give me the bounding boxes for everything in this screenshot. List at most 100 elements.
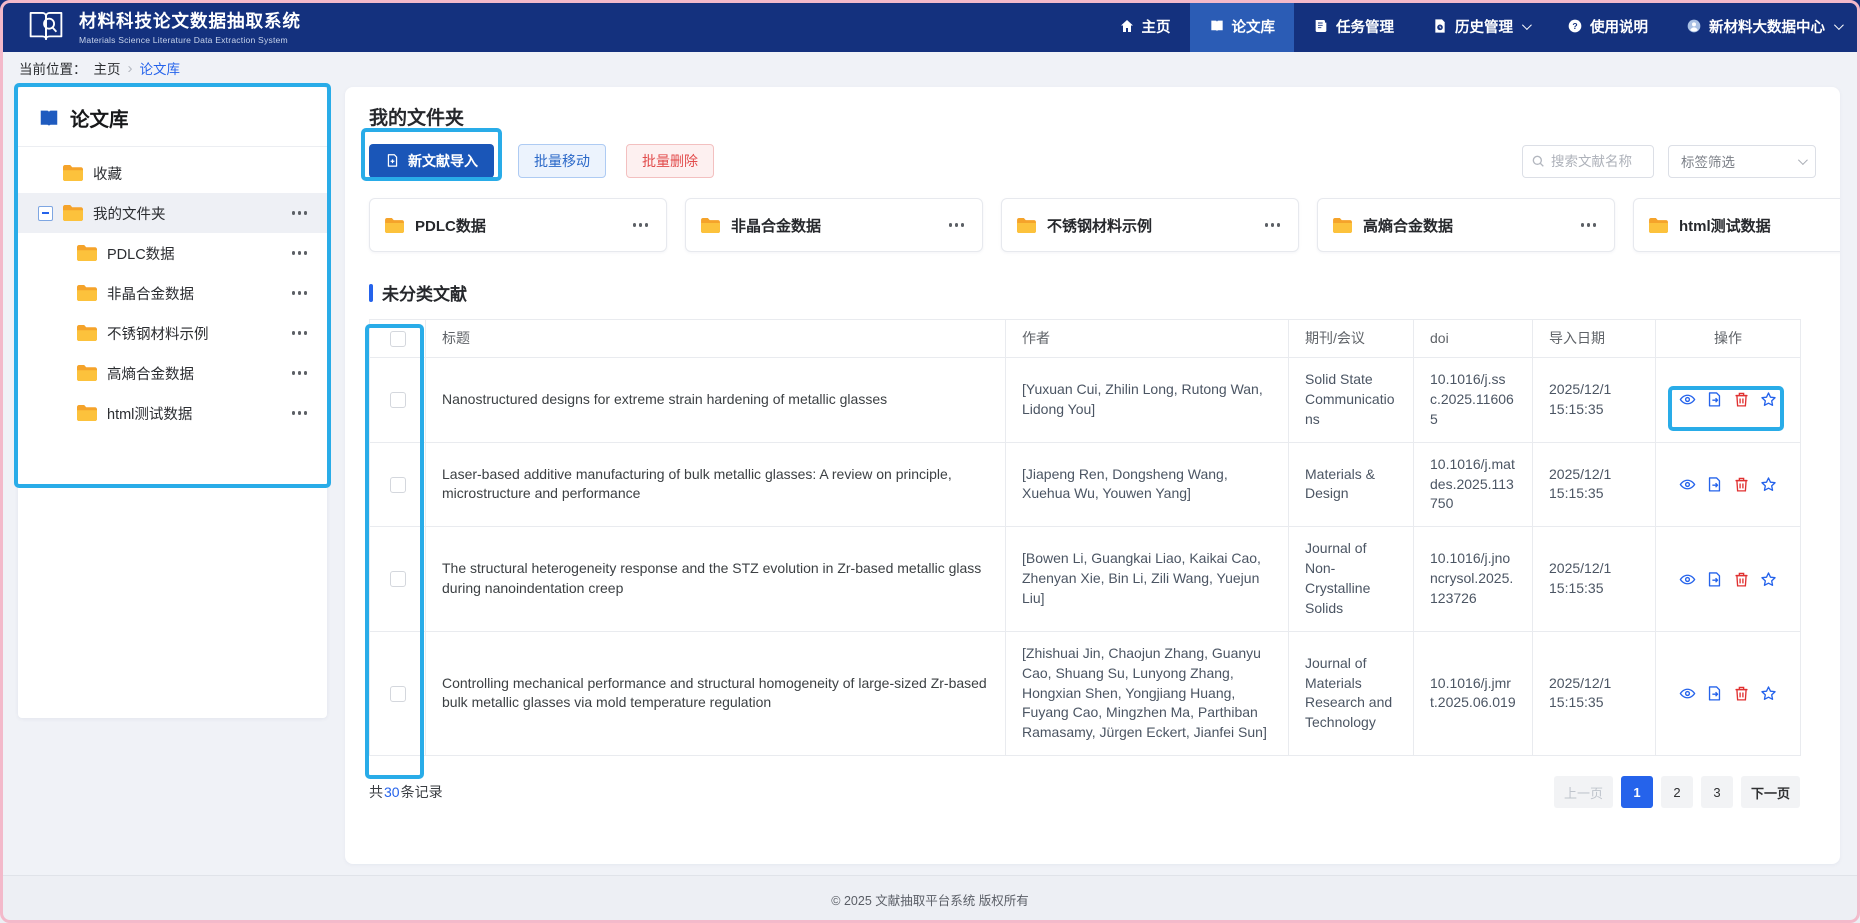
paper-title: Nanostructured designs for extreme strai… bbox=[426, 358, 1006, 443]
import-literature-button[interactable]: 新文献导入 bbox=[369, 144, 494, 178]
breadcrumb-current-link[interactable]: 论文库 bbox=[140, 58, 181, 78]
column-header-actions: 操作 bbox=[1656, 320, 1801, 358]
more-actions-icon[interactable] bbox=[629, 219, 652, 230]
page-button-1[interactable]: 1 bbox=[1621, 776, 1653, 808]
more-actions-icon[interactable] bbox=[288, 327, 311, 338]
sidebar-item-my-folder[interactable]: 我的文件夹 bbox=[18, 193, 327, 233]
row-actions bbox=[1672, 571, 1784, 588]
column-header-doi: doi bbox=[1414, 320, 1533, 358]
book-magnifier-logo-icon bbox=[26, 8, 66, 44]
page-footer: © 2025 文献抽取平台系统 版权所有 bbox=[0, 875, 1860, 923]
next-page-button[interactable]: 下一页 bbox=[1741, 776, 1800, 808]
column-header-date: 导入日期 bbox=[1533, 320, 1656, 358]
table-row: Controlling mechanical performance and s… bbox=[370, 631, 1801, 755]
paper-doi: 10.1016/j.jmrt.2025.06.019 bbox=[1414, 631, 1533, 755]
page-button-2[interactable]: 2 bbox=[1661, 776, 1693, 808]
folder-icon bbox=[700, 217, 721, 234]
paper-authors: [Bowen Li, Guangkai Liao, Kaikai Cao, Zh… bbox=[1006, 527, 1289, 632]
paper-title: Controlling mechanical performance and s… bbox=[426, 631, 1006, 755]
tag-filter-select[interactable]: 标签筛选 bbox=[1668, 145, 1816, 178]
paper-import-date: 2025/12/1 15:15:35 bbox=[1533, 527, 1656, 632]
tasks-icon bbox=[1313, 18, 1329, 34]
column-header-title: 标题 bbox=[426, 320, 1006, 358]
search-box bbox=[1522, 145, 1654, 178]
row-actions bbox=[1672, 476, 1784, 493]
breadcrumb-home-link[interactable]: 主页 bbox=[94, 58, 121, 78]
column-header-journal: 期刊/会议 bbox=[1289, 320, 1414, 358]
view-icon[interactable] bbox=[1679, 685, 1696, 702]
prev-page-button[interactable]: 上一页 bbox=[1554, 776, 1613, 808]
folder-icon bbox=[76, 404, 98, 422]
more-actions-icon[interactable] bbox=[288, 287, 311, 298]
nav-item-tasks[interactable]: 任务管理 bbox=[1294, 0, 1413, 52]
view-icon[interactable] bbox=[1679, 476, 1696, 493]
sidebar-item-favorites[interactable]: 收藏 bbox=[18, 153, 327, 193]
delete-icon[interactable] bbox=[1733, 476, 1750, 493]
view-icon[interactable] bbox=[1679, 391, 1696, 408]
batch-delete-button[interactable]: 批量删除 bbox=[626, 144, 714, 178]
literature-table: 标题 作者 期刊/会议 doi 导入日期 操作 Nanostructured d… bbox=[369, 319, 1801, 756]
row-checkbox[interactable] bbox=[390, 571, 406, 587]
row-checkbox[interactable] bbox=[390, 392, 406, 408]
paper-journal: Journal of Non-Crystalline Solids bbox=[1289, 527, 1414, 632]
more-actions-icon[interactable] bbox=[288, 247, 311, 258]
more-actions-icon[interactable] bbox=[288, 407, 311, 418]
more-actions-icon[interactable] bbox=[288, 367, 311, 378]
section-accent-bar bbox=[369, 284, 373, 302]
sidebar-item-amorphous-alloy[interactable]: 非晶合金数据 bbox=[18, 273, 327, 313]
folder-card-html-test[interactable]: html测试数据 bbox=[1633, 198, 1840, 252]
paper-journal: Journal of Materials Research and Techno… bbox=[1289, 631, 1414, 755]
export-icon[interactable] bbox=[1706, 685, 1723, 702]
paper-title: Laser-based additive manufacturing of bu… bbox=[426, 442, 1006, 527]
paper-authors: [Yuxuan Cui, Zhilin Long, Rutong Wan, Li… bbox=[1006, 358, 1289, 443]
folder-card-amorphous-alloy[interactable]: 非晶合金数据 bbox=[685, 198, 983, 252]
paper-journal: Materials & Design bbox=[1289, 442, 1414, 527]
row-checkbox[interactable] bbox=[390, 477, 406, 493]
nav-item-library[interactable]: 论文库 bbox=[1190, 0, 1295, 52]
page-button-3[interactable]: 3 bbox=[1701, 776, 1733, 808]
row-checkbox[interactable] bbox=[390, 686, 406, 702]
export-icon[interactable] bbox=[1706, 476, 1723, 493]
batch-move-button[interactable]: 批量移动 bbox=[518, 144, 606, 178]
folder-card-high-entropy-alloy[interactable]: 高熵合金数据 bbox=[1317, 198, 1615, 252]
more-actions-icon[interactable] bbox=[1577, 219, 1600, 230]
paper-authors: [Zhishuai Jin, Chaojun Zhang, Guanyu Cao… bbox=[1006, 631, 1289, 755]
delete-icon[interactable] bbox=[1733, 571, 1750, 588]
more-actions-icon[interactable] bbox=[1261, 219, 1284, 230]
sidebar-title: 论文库 bbox=[70, 103, 129, 132]
export-icon[interactable] bbox=[1706, 571, 1723, 588]
record-count: 共30条记录 bbox=[369, 782, 443, 802]
select-all-checkbox[interactable] bbox=[390, 331, 406, 347]
nav-item-data-center[interactable]: 新材料大数据中心 bbox=[1667, 0, 1860, 52]
collapse-minus-icon[interactable] bbox=[38, 206, 53, 221]
nav-item-home[interactable]: 主页 bbox=[1100, 0, 1190, 52]
view-icon[interactable] bbox=[1679, 571, 1696, 588]
app-title: 材料科技论文数据抽取系统 bbox=[79, 8, 301, 33]
nav-item-history[interactable]: 历史管理 bbox=[1413, 0, 1548, 52]
favorite-icon[interactable] bbox=[1760, 571, 1777, 588]
page-title: 我的文件夹 bbox=[369, 103, 1816, 130]
delete-icon[interactable] bbox=[1733, 391, 1750, 408]
paper-journal: Solid State Communications bbox=[1289, 358, 1414, 443]
more-actions-icon[interactable] bbox=[945, 219, 968, 230]
more-actions-icon[interactable] bbox=[288, 207, 311, 218]
paper-import-date: 2025/12/1 15:15:35 bbox=[1533, 442, 1656, 527]
paper-title: The structural heterogeneity response an… bbox=[426, 527, 1006, 632]
favorite-icon[interactable] bbox=[1760, 476, 1777, 493]
app-brand: 材料科技论文数据抽取系统 Materials Science Literatur… bbox=[26, 8, 301, 45]
sidebar-item-pdlc[interactable]: PDLC数据 bbox=[18, 233, 327, 273]
favorite-icon[interactable] bbox=[1760, 391, 1777, 408]
table-header-row: 标题 作者 期刊/会议 doi 导入日期 操作 bbox=[370, 320, 1801, 358]
sidebar-item-stainless-steel[interactable]: 不锈钢材料示例 bbox=[18, 313, 327, 353]
sidebar-item-high-entropy-alloy[interactable]: 高熵合金数据 bbox=[18, 353, 327, 393]
home-icon bbox=[1119, 18, 1135, 34]
folder-tree: 收藏 我的文件夹 PDLC数据 非晶合金数据 bbox=[18, 147, 327, 433]
folder-card-stainless-steel[interactable]: 不锈钢材料示例 bbox=[1001, 198, 1299, 252]
folder-card-pdlc[interactable]: PDLC数据 bbox=[369, 198, 667, 252]
sidebar-item-html-test[interactable]: html测试数据 bbox=[18, 393, 327, 433]
chevron-down-icon bbox=[1834, 20, 1844, 30]
delete-icon[interactable] bbox=[1733, 685, 1750, 702]
nav-item-help[interactable]: ? 使用说明 bbox=[1548, 0, 1667, 52]
favorite-icon[interactable] bbox=[1760, 685, 1777, 702]
export-icon[interactable] bbox=[1706, 391, 1723, 408]
